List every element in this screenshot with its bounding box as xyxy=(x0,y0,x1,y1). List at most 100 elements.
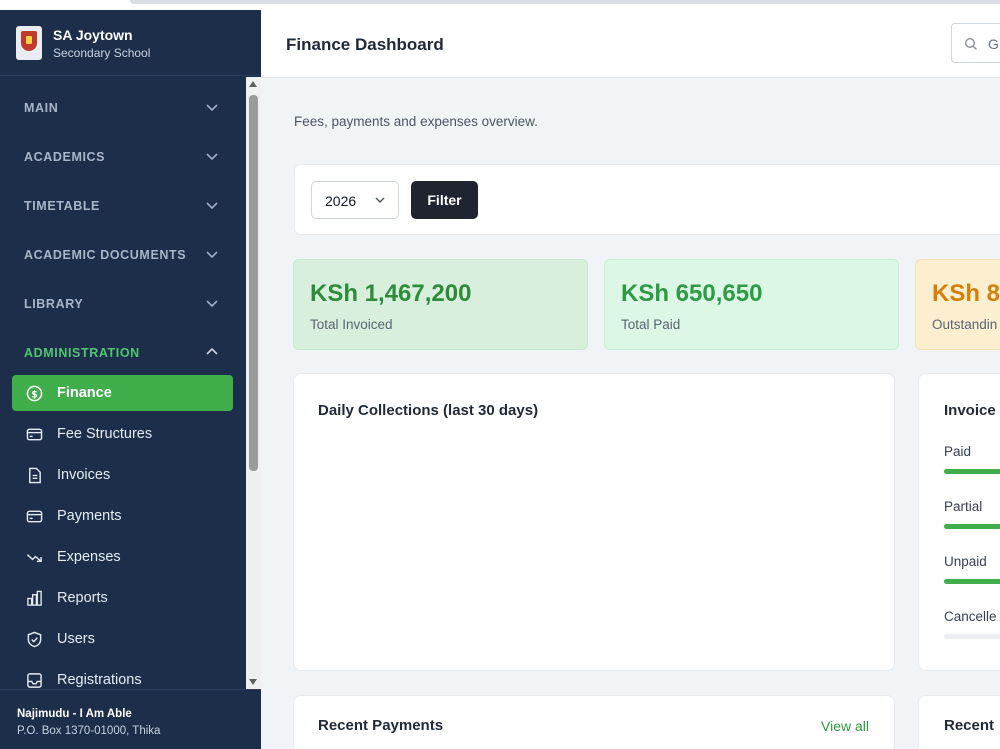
search-input[interactable]: G xyxy=(951,23,1000,63)
stat-card-total-paid: KSh 650,650 Total Paid xyxy=(604,259,899,350)
card-icon xyxy=(26,428,43,441)
year-select[interactable]: 2026 xyxy=(311,181,399,219)
stat-card-total-invoiced: KSh 1,467,200 Total Invoiced xyxy=(293,259,588,350)
recent-card: Recent xyxy=(918,695,1000,749)
sidebar-item-label: Invoices xyxy=(57,467,111,483)
stat-label: Total Paid xyxy=(621,317,681,332)
stat-amount: KSh 650,650 xyxy=(621,280,763,307)
section-label: MAIN xyxy=(24,101,59,115)
brand[interactable]: SA Joytown Secondary School xyxy=(0,10,261,76)
scroll-down-arrow-icon[interactable] xyxy=(249,679,257,685)
stat-card-outstanding: KSh 81 Outstandin xyxy=(915,259,1000,350)
chevron-down-icon xyxy=(206,104,218,112)
search-icon xyxy=(964,37,977,50)
chevron-down-icon xyxy=(206,153,218,161)
view-all-link[interactable]: View all xyxy=(821,718,869,734)
status-progress-fill xyxy=(944,579,1000,584)
status-progress-track xyxy=(944,469,1000,474)
sidebar-footer: Najimudu - I Am Able P.O. Box 1370-01000… xyxy=(0,689,261,749)
sidebar-scrollbar[interactable] xyxy=(246,77,261,689)
sidebar-item-label: Reports xyxy=(57,590,108,606)
document-icon xyxy=(29,467,41,484)
chevron-down-icon xyxy=(206,251,218,259)
status-label: Cancelle xyxy=(944,609,997,624)
status-progress-fill xyxy=(944,524,1000,529)
stat-label: Outstandin xyxy=(932,317,998,332)
status-label: Paid xyxy=(944,444,972,459)
bar-chart-icon xyxy=(27,590,42,606)
chevron-down-icon xyxy=(206,300,218,308)
filter-button[interactable]: Filter xyxy=(411,181,478,219)
school-logo xyxy=(16,26,42,60)
scrollbar-thumb[interactable] xyxy=(249,95,258,471)
svg-text:$: $ xyxy=(31,389,38,400)
status-progress-track xyxy=(944,524,1000,529)
section-library[interactable]: LIBRARY xyxy=(0,285,246,325)
sidebar-item-expenses[interactable]: Expenses xyxy=(12,539,233,575)
sidebar-item-label: Expenses xyxy=(57,549,121,565)
school-address: P.O. Box 1370-01000, Thika xyxy=(17,725,161,737)
card-title: Daily Collections (last 30 days) xyxy=(318,402,539,419)
chevron-down-icon xyxy=(206,202,218,210)
chevron-up-icon xyxy=(206,347,218,355)
sidebar-item-finance[interactable]: $ Finance xyxy=(12,375,233,411)
school-subtitle: Secondary School xyxy=(53,46,151,60)
daily-collections-card: Daily Collections (last 30 days) xyxy=(293,373,895,671)
search-placeholder: G xyxy=(988,36,999,52)
status-row-cancelled: Cancelle xyxy=(944,609,1000,639)
browser-top-strip xyxy=(0,0,1000,10)
sidebar-item-payments[interactable]: Payments xyxy=(12,498,233,534)
chevron-down-icon xyxy=(375,197,385,203)
page-title: Finance Dashboard xyxy=(286,35,444,54)
status-label: Partial xyxy=(944,499,983,514)
card-title: Recent Payments xyxy=(318,717,444,734)
status-progress-fill xyxy=(944,469,1000,474)
card-title: Invoice xyxy=(944,402,996,419)
sidebar-item-users[interactable]: Users xyxy=(12,621,233,657)
sidebar-item-label: Finance xyxy=(57,385,112,401)
section-label: ADMINISTRATION xyxy=(24,346,140,360)
scroll-up-arrow-icon[interactable] xyxy=(249,81,257,87)
invoice-status-card: Invoice Paid Partial Unpaid Cancelle xyxy=(918,373,1000,671)
stat-amount: KSh 81 xyxy=(932,280,1000,307)
recent-payments-card: Recent Payments View all xyxy=(293,695,895,749)
crest-icon xyxy=(21,31,37,51)
stat-amount: KSh 1,467,200 xyxy=(310,280,472,307)
card-title: Recent xyxy=(944,717,995,734)
browser-address-bar-edge xyxy=(130,0,1000,4)
section-label: ACADEMICS xyxy=(24,150,106,164)
card-icon xyxy=(26,510,43,523)
sidebar-item-label: Registrations xyxy=(57,672,142,688)
school-name: SA Joytown xyxy=(53,27,133,43)
section-timetable[interactable]: TIMETABLE xyxy=(0,187,246,227)
section-academics[interactable]: ACADEMICS xyxy=(0,138,246,178)
school-motto: Najimudu - I Am Able xyxy=(17,708,132,720)
status-row-unpaid: Unpaid xyxy=(944,554,1000,584)
inbox-icon xyxy=(27,673,42,688)
status-row-partial: Partial xyxy=(944,499,1000,529)
sidebar-item-label: Users xyxy=(57,631,95,647)
sidebar-item-label: Payments xyxy=(57,508,122,524)
section-main[interactable]: MAIN xyxy=(0,89,246,129)
top-bar: Finance Dashboard G xyxy=(261,10,1000,78)
status-progress-track xyxy=(944,579,1000,584)
section-academic-documents[interactable]: ACADEMIC DOCUMENTS xyxy=(0,236,246,276)
status-row-paid: Paid xyxy=(944,444,1000,474)
section-label: LIBRARY xyxy=(24,297,84,311)
sidebar-item-fee-structures[interactable]: Fee Structures xyxy=(12,416,233,452)
trending-down-icon xyxy=(26,554,42,562)
filter-button-label: Filter xyxy=(427,192,462,208)
section-administration[interactable]: ADMINISTRATION xyxy=(0,334,246,374)
sidebar-item-registrations[interactable]: Registrations xyxy=(12,662,233,689)
page-subtitle: Fees, payments and expenses overview. xyxy=(294,114,538,129)
stat-label: Total Invoiced xyxy=(310,317,393,332)
sidebar-item-label: Fee Structures xyxy=(57,426,153,442)
shield-icon xyxy=(27,631,42,648)
sidebar-item-reports[interactable]: Reports xyxy=(12,580,233,616)
sidebar: SA Joytown Secondary School MAIN ACADEMI… xyxy=(0,10,261,749)
filter-bar: 2026 Filter xyxy=(294,164,1000,235)
sidebar-item-invoices[interactable]: Invoices xyxy=(12,457,233,493)
status-label: Unpaid xyxy=(944,554,987,569)
sidebar-nav: MAIN ACADEMICS TIMETABLE ACADEMIC DOCUME… xyxy=(0,77,246,689)
year-select-value: 2026 xyxy=(325,193,357,209)
